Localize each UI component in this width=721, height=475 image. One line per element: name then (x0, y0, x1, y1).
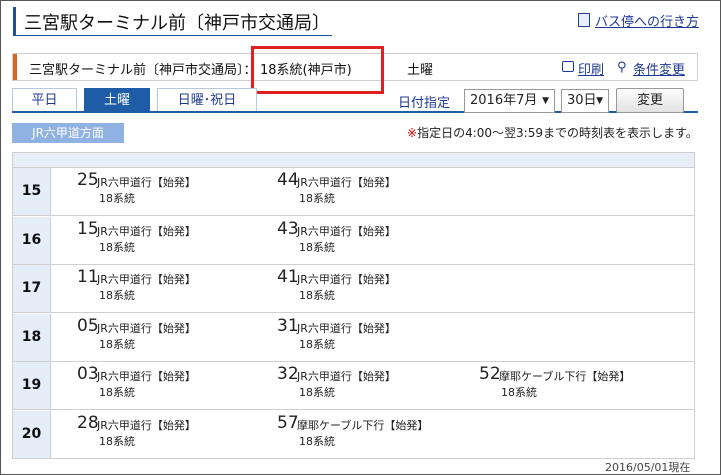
departure-route: 18系統 (99, 289, 135, 303)
departure-minute: 28 (77, 413, 99, 433)
hour-cell: 16 (13, 216, 51, 264)
month-select-value: 2016年7月 (470, 93, 538, 108)
day-type: 土曜 (407, 63, 434, 78)
departure-minute: 15 (77, 218, 99, 239)
hour-cell: 19 (13, 362, 51, 410)
timetable-row: 17 11 JR六甲道行【始発】 18系統 41 JR六甲道行【始発】 18系統 (13, 265, 694, 314)
departure-minute: 25 (77, 170, 99, 190)
direction-label: JR六甲道方面 (12, 123, 124, 143)
departure-minute: 43 (277, 218, 299, 239)
departure-destination: JR六甲道行【始発】 (97, 176, 196, 189)
departure-destination: JR六甲道行【始発】 (297, 224, 396, 238)
dropdown-arrow-icon: ▼ (596, 96, 603, 106)
info-accent (13, 54, 17, 80)
departure-route: 18系統 (99, 192, 135, 205)
departure-destination: 摩耶ケーブル下行【始発】 (499, 370, 631, 384)
change-button[interactable]: 変更 (616, 88, 684, 113)
departure-route: 18系統 (99, 337, 135, 351)
month-select[interactable]: 2016年7月 ▼ (464, 89, 555, 113)
tab-holiday[interactable]: 日曜･祝日 (157, 88, 257, 112)
departure-route: 18系統 (299, 337, 335, 351)
departure-route: 18系統 (299, 435, 335, 448)
as-of-date: 2016/05/01現在 (605, 461, 691, 474)
tab-weekday[interactable]: 平日 (12, 88, 77, 112)
departure-route: 18系統 (99, 240, 135, 254)
book-icon[interactable] (578, 13, 590, 27)
departure-minute: 41 (277, 267, 299, 288)
directions-link[interactable]: バス停への行き方 (595, 11, 699, 30)
departure-minute: 03 (77, 364, 99, 385)
departure-minute: 52 (479, 364, 501, 385)
day-select[interactable]: 30日 ▼ (561, 89, 609, 113)
departure-destination: JR六甲道行【始発】 (297, 370, 396, 384)
departure-route: 18系統 (501, 386, 537, 400)
departure-minute: 44 (277, 170, 299, 190)
timetable-header (13, 153, 694, 168)
page-title: 三宮駅ターミナル前〔神戸市交通局〕 (24, 13, 330, 34)
departure-destination: JR六甲道行【始発】 (297, 176, 396, 189)
departure-destination: 摩耶ケーブル下行【始発】 (297, 419, 429, 432)
day-select-value: 30日 (567, 93, 597, 108)
hour-cell: 15 (13, 168, 51, 215)
magnifier-icon[interactable]: ⚲ (617, 60, 627, 75)
page-frame: 三宮駅ターミナル前〔神戸市交通局〕 バス停への行き方 三宮駅ターミナル前〔神戸市… (0, 0, 721, 475)
hour-cell: 20 (13, 411, 51, 458)
departure-route: 18系統 (299, 289, 335, 303)
dropdown-arrow-icon: ▼ (542, 96, 549, 106)
timetable: 15 25 JR六甲道行【始発】 18系統 44 JR六甲道行【始発】 18系統 16 15 JR… (12, 152, 695, 459)
title-bar: 三宮駅ターミナル前〔神戸市交通局〕 (13, 7, 332, 36)
departure-route: 18系統 (99, 386, 135, 400)
departure-destination: JR六甲道行【始発】 (297, 273, 396, 287)
departure-destination: JR六甲道行【始発】 (97, 273, 196, 287)
date-filter-label: 日付指定 (398, 96, 451, 111)
print-link[interactable]: 印刷 (578, 59, 604, 78)
departure-route: 18系統 (299, 386, 335, 400)
departure-minute: 11 (77, 267, 99, 288)
notice-text: ※指定日の4:00～翌3:59までの時刻表を表示します。 (407, 124, 698, 141)
departure-minute: 57 (277, 413, 299, 433)
departure-route: 18系統 (299, 192, 335, 205)
departure-destination: JR六甲道行【始発】 (97, 321, 196, 335)
departure-minute: 05 (77, 315, 99, 336)
departure-destination: JR六甲道行【始発】 (97, 419, 196, 432)
timetable-row: 18 05 JR六甲道行【始発】 18系統 31 JR六甲道行【始発】 18系統 (13, 313, 694, 362)
departure-route: 18系統 (99, 435, 135, 448)
timetable-row: 20 28 JR六甲道行【始発】 18系統 57 摩耶ケーブル下行【始発】 18系統 (13, 411, 694, 459)
departure-minute: 32 (277, 364, 299, 385)
timetable-row: 16 15 JR六甲道行【始発】 18系統 43 JR六甲道行【始発】 18系統 (13, 216, 694, 265)
timetable-row: 19 03 JR六甲道行【始発】 18系統 32 JR六甲道行【始発】 18系統 52 摩耶ケー… (13, 362, 694, 411)
timetable-row: 15 25 JR六甲道行【始発】 18系統 44 JR六甲道行【始発】 18系統 (13, 168, 694, 216)
route-highlight-box (251, 46, 384, 94)
tab-saturday[interactable]: 土曜 (84, 88, 150, 112)
notice-mark: ※ (407, 126, 418, 140)
hour-cell: 18 (13, 313, 51, 361)
departure-destination: JR六甲道行【始発】 (297, 321, 396, 335)
departure-destination: JR六甲道行【始発】 (97, 370, 196, 384)
departure-minute: 31 (277, 315, 299, 336)
departure-destination: JR六甲道行【始発】 (97, 224, 196, 238)
hour-cell: 17 (13, 265, 51, 313)
departure-route: 18系統 (299, 240, 335, 254)
notice-body: 指定日の4:00～翌3:59までの時刻表を表示します。 (417, 126, 698, 140)
stop-name: 三宮駅ターミナル前〔神戸市交通局〕： (29, 63, 257, 78)
change-conditions-link[interactable]: 条件変更 (633, 59, 685, 78)
printer-icon[interactable] (562, 61, 574, 72)
